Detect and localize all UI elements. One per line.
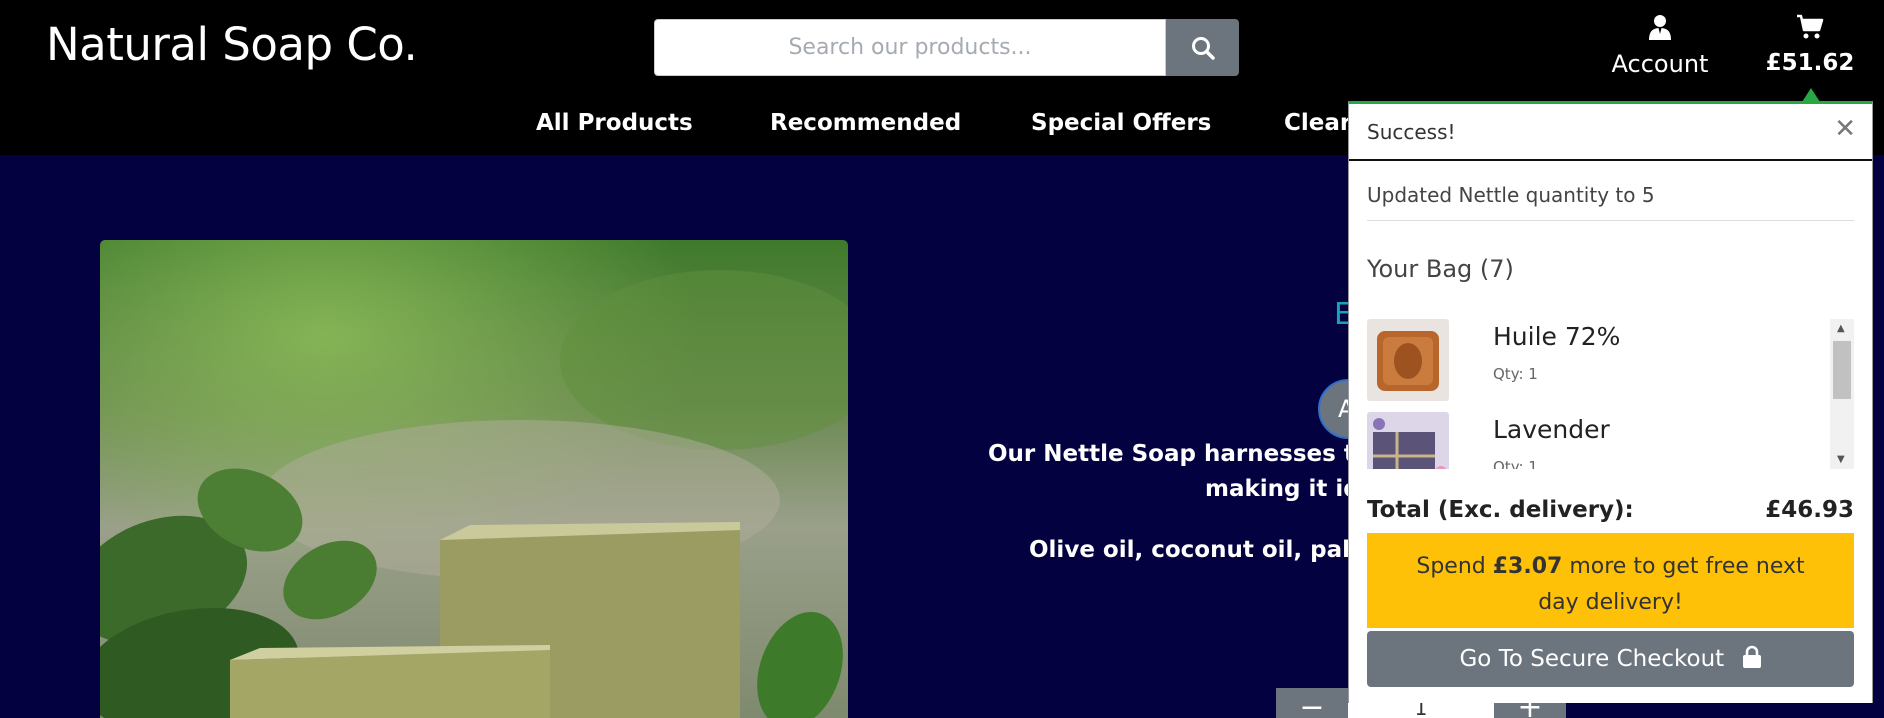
search-button[interactable] (1166, 19, 1239, 76)
lock-icon (1742, 645, 1761, 668)
total-value: £46.93 (1765, 497, 1854, 523)
toast-header: Success! ✕ (1349, 104, 1872, 161)
brand-logo[interactable]: Natural Soap Co. (46, 18, 418, 71)
scroll-up-icon[interactable]: ▲ (1837, 323, 1845, 334)
bag-link[interactable]: £51.62 (1760, 14, 1860, 76)
bag-item: Lavender Qty: 1 (1367, 412, 1854, 469)
user-icon (1649, 15, 1671, 40)
product-thumbnail (1367, 412, 1449, 469)
close-icon[interactable]: ✕ (1834, 114, 1856, 144)
quantity-decrement-button[interactable]: − (1276, 688, 1348, 718)
checkout-label: Go To Secure Checkout (1459, 646, 1725, 672)
product-image (100, 240, 848, 718)
scroll-down-icon[interactable]: ▼ (1837, 454, 1845, 465)
toast-title: Success! (1367, 120, 1456, 144)
account-label: Account (1611, 50, 1709, 78)
account-link[interactable]: Account (1610, 14, 1710, 78)
toast-arrow (1802, 88, 1820, 102)
toast-body: Updated Nettle quantity to 5 Your Bag (7… (1349, 161, 1872, 687)
bag-toast: Success! ✕ Updated Nettle quantity to 5 … (1348, 101, 1873, 703)
nav-special-offers[interactable]: Special Offers (1031, 110, 1211, 136)
promo-amount: £3.07 (1492, 554, 1563, 579)
bag-item-name: Huile 72% (1493, 322, 1621, 351)
product-thumbnail (1367, 319, 1449, 401)
promo-text-post: more to get free next day delivery! (1538, 554, 1805, 615)
bag-item: Huile 72% Qty: 1 (1367, 319, 1854, 412)
total-label: Total (Exc. delivery): (1367, 497, 1634, 523)
bag-item-qty: Qty: 1 (1493, 458, 1538, 469)
secure-checkout-button[interactable]: Go To Secure Checkout (1367, 631, 1854, 687)
promo-text-pre: Spend (1416, 554, 1493, 579)
bag-items-list: Huile 72% Qty: 1 Lavender Qty: 1 ▲ ▼ (1367, 319, 1854, 469)
search-input[interactable] (654, 19, 1166, 76)
nav-all-products[interactable]: All Products (536, 110, 693, 136)
bag-items-scrollbar[interactable]: ▲ ▼ (1830, 319, 1854, 469)
bag-item-qty: Qty: 1 (1493, 365, 1538, 383)
search-icon (1191, 36, 1215, 60)
bag-total: £51.62 (1765, 50, 1855, 76)
search-bar (654, 19, 1239, 76)
bag-heading: Your Bag (7) (1367, 255, 1514, 283)
bag-item-name: Lavender (1493, 415, 1610, 444)
toast-message: Updated Nettle quantity to 5 (1367, 161, 1854, 221)
bag-total-row: Total (Exc. delivery): £46.93 (1367, 497, 1854, 523)
nav-recommended[interactable]: Recommended (770, 110, 961, 136)
scrollbar-thumb[interactable] (1833, 341, 1851, 399)
free-delivery-banner: Spend £3.07 more to get free next day de… (1367, 533, 1854, 628)
cart-icon (1797, 14, 1824, 39)
